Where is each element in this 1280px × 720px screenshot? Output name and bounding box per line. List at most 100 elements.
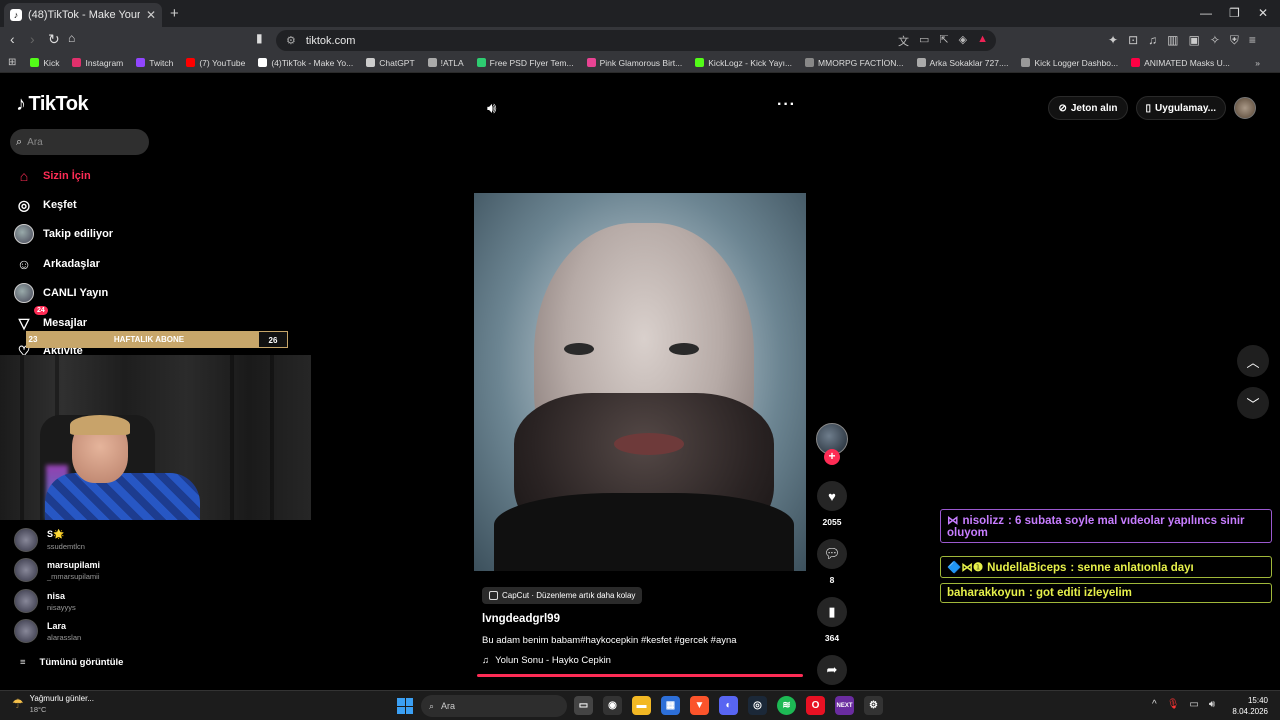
nav-item[interactable]: CANLI Yayın	[14, 283, 108, 303]
comment-button[interactable]: 💬︎	[817, 539, 847, 569]
share-button[interactable]: ➦	[817, 655, 847, 685]
bookmark-item[interactable]: Kick Logger Dashbo...	[1021, 58, 1118, 68]
bookmark-item[interactable]: Arka Sokaklar 727....	[916, 58, 1008, 68]
steam-icon[interactable]: ◎	[748, 696, 767, 715]
vpn-icon[interactable]: ⛨	[1230, 33, 1239, 48]
see-all-link[interactable]: ≡ Tümünü görüntüle	[20, 657, 123, 668]
volume-icon[interactable]: 🔊︎	[487, 100, 496, 117]
bookmark-item[interactable]: !ATLA	[427, 58, 464, 68]
forward-icon[interactable]: ›	[30, 31, 35, 47]
clock[interactable]: 15:40 8.04.2026	[1232, 695, 1268, 717]
close-tab-icon[interactable]: ✕	[146, 8, 156, 22]
file-explorer-icon[interactable]: ▬	[632, 696, 651, 715]
get-coins-button[interactable]: ⊘ Jeton alın	[1048, 96, 1128, 120]
task-view-icon[interactable]: ▭	[574, 696, 593, 715]
home-icon[interactable]: ⌂	[68, 31, 75, 45]
share-icon[interactable]: ⇱	[939, 33, 948, 49]
next-video-button[interactable]: ﹀	[1237, 387, 1269, 419]
capcut-badge[interactable]: CapCut · Düzenleme artık daha kolay	[482, 587, 643, 604]
bookmarks-overflow-icon[interactable]: »	[1255, 58, 1260, 68]
bookmark-item[interactable]: Twitch	[136, 58, 173, 68]
menu-icon[interactable]: ≡	[1249, 33, 1256, 48]
site-settings-icon[interactable]: ⚙	[286, 34, 296, 47]
chat-badges: ⋈	[947, 515, 959, 527]
following-account[interactable]: marsupilami _mmarsupilamii	[14, 558, 100, 582]
next-app-icon[interactable]: NEXT	[835, 696, 854, 715]
display-icon[interactable]: ▭	[1189, 699, 1198, 710]
rewards-icon[interactable]: ▲	[977, 33, 988, 49]
browser-tab[interactable]: ♪ (48)TikTok - Make Your Day ✕	[4, 3, 162, 27]
profile-avatar[interactable]	[1234, 97, 1256, 119]
weather-widget[interactable]: ☂ Yağmurlu günler... 18°C	[12, 694, 94, 714]
spotify-icon[interactable]: ≋	[777, 696, 796, 715]
settings-icon[interactable]: ⚙	[864, 696, 883, 715]
media-icon[interactable]: ♫	[1148, 33, 1157, 48]
brave-icon[interactable]: ▼	[690, 696, 709, 715]
extensions-icon[interactable]: ✦	[1108, 33, 1118, 48]
share-arrow-icon: ➦	[826, 662, 838, 677]
windows-start-icon[interactable]	[397, 698, 413, 714]
wallet-icon[interactable]: ▣	[1188, 33, 1199, 48]
account-name: Lara	[47, 620, 67, 631]
new-tab-button[interactable]: +	[170, 5, 179, 22]
nav-item[interactable]: ◎ Keşfet	[14, 195, 77, 215]
url-text: tiktok.com	[305, 34, 356, 47]
leo-ai-icon[interactable]: ✧	[1210, 33, 1220, 48]
nav-item[interactable]: Takip ediliyor	[14, 224, 113, 244]
obs-icon[interactable]: ◉	[603, 696, 622, 715]
bookmark-item[interactable]: MMORPG FACTİON...	[805, 58, 904, 68]
translate-icon[interactable]: 文	[898, 33, 909, 49]
following-account[interactable]: nisa nisayyys	[14, 589, 76, 613]
shield-icon[interactable]: ◈	[959, 33, 967, 49]
more-options-icon[interactable]: ···	[777, 96, 796, 114]
restore-icon[interactable]: ❐	[1229, 6, 1240, 20]
minimize-icon[interactable]: —	[1200, 6, 1212, 20]
nav-item[interactable]: ⌂ Sizin İçin	[14, 166, 91, 186]
following-account[interactable]: Lara alarasslan	[14, 619, 81, 643]
save-button[interactable]: ▮	[817, 597, 847, 627]
speaker-icon[interactable]: 🔊︎	[1209, 699, 1215, 710]
get-app-button[interactable]: ▯ Uygulamay...	[1135, 96, 1226, 120]
opera-icon[interactable]: O	[806, 696, 825, 715]
video-player[interactable]	[474, 193, 806, 571]
nav-item[interactable]: ▽ 24 Mesajlar	[14, 306, 87, 333]
taskbar-search[interactable]: ⌕ Ara	[421, 695, 567, 717]
microphone-icon[interactable]: 🎙︎	[1167, 699, 1180, 710]
bookmark-item[interactable]: (7) YouTube	[186, 58, 245, 68]
close-window-icon[interactable]: ✕	[1258, 6, 1268, 20]
following-account[interactable]: S🌟 ssudemtlcn	[14, 528, 85, 552]
like-button[interactable]: ♥	[817, 481, 847, 511]
reload-icon[interactable]: ↻	[48, 31, 60, 48]
bookmark-item[interactable]: Kick	[30, 58, 59, 68]
bookmark-label: ANIMATED Masks U...	[1144, 57, 1230, 68]
screenshot-icon[interactable]: ⊡	[1128, 33, 1138, 48]
discord-icon[interactable]: ◐	[719, 696, 738, 715]
back-icon[interactable]: ‹	[10, 31, 15, 47]
search-input[interactable]: ⌕ Ara	[10, 129, 149, 155]
bookmark-item[interactable]: Free PSD Flyer Tem...	[476, 58, 574, 68]
bookmark-item[interactable]: Pink Glamorous Birt...	[586, 58, 682, 68]
bookmark-item[interactable]: KickLogz - Kick Yayı...	[695, 58, 792, 68]
bookmark-favicon-icon	[136, 58, 146, 67]
follow-plus-button[interactable]: +	[824, 449, 840, 465]
bookmark-icon[interactable]: ▮	[256, 31, 263, 45]
store-icon[interactable]: ▦	[661, 696, 680, 715]
previous-video-button[interactable]: ︿	[1237, 345, 1269, 377]
nav-item[interactable]: ☺ Arkadaşlar	[14, 254, 100, 274]
apps-grid-icon[interactable]: ⊞	[8, 57, 16, 68]
bookmark-item[interactable]: ChatGPT	[366, 58, 415, 68]
bookmark-item[interactable]: ANIMATED Masks U...	[1131, 58, 1230, 68]
bookmark-item[interactable]: (4)TikTok - Make Yo...	[258, 58, 353, 68]
account-name: marsupilami	[47, 559, 101, 570]
video-music[interactable]: ♫ Yolun Sonu - Hayko Cepkin	[482, 655, 611, 666]
notification-badge: 24	[34, 306, 48, 315]
tiktok-logo[interactable]: ♪ TikTok	[16, 93, 89, 116]
video-author[interactable]: lvngdeadgrl99	[482, 613, 560, 625]
bookmark-item[interactable]: Instagram	[72, 58, 123, 68]
tray-chevron-icon[interactable]: ^	[1152, 699, 1157, 710]
sidebar-icon[interactable]: ▥	[1167, 33, 1178, 48]
cast-icon[interactable]: ▭	[919, 33, 929, 49]
video-progress-bar[interactable]	[477, 674, 803, 677]
address-bar[interactable]: ⚙ tiktok.com 文 ▭ ⇱ ◈ ▲	[276, 30, 996, 51]
chat-message: baharakkoyun: got editi izleyelim	[940, 583, 1272, 603]
